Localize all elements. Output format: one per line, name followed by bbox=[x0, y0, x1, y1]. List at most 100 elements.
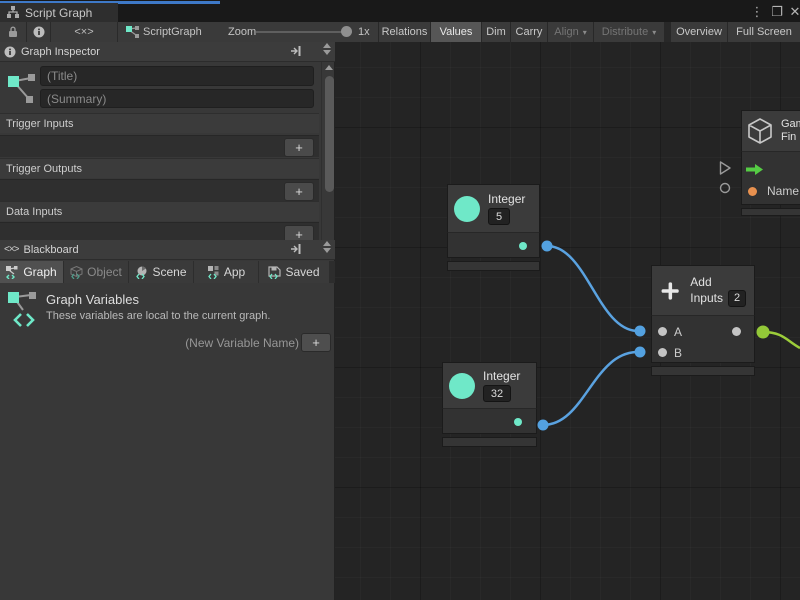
fullscreen-button[interactable]: Full Screen bbox=[728, 22, 800, 42]
zoom-slider-knob[interactable] bbox=[341, 26, 352, 37]
title-bar: Script Graph ⋮ ❐ ✕ bbox=[0, 0, 800, 22]
input-port-a[interactable] bbox=[658, 327, 667, 336]
carry-button[interactable]: Carry bbox=[511, 22, 547, 42]
close-icon: ✕ bbox=[790, 4, 800, 20]
trigger-inputs-list: + bbox=[0, 135, 319, 157]
distribute-dropdown[interactable]: Distribute▾ bbox=[594, 22, 664, 42]
graph-toolbar: <×> ScriptGraph Zoom 1x Relations Values… bbox=[0, 22, 800, 42]
relations-button[interactable]: Relations bbox=[379, 22, 430, 42]
wire-endpoint bbox=[538, 420, 549, 431]
input-port-b[interactable] bbox=[658, 348, 667, 357]
maximize-button[interactable]: ❐ bbox=[768, 3, 786, 21]
dim-button[interactable]: Dim bbox=[482, 22, 510, 42]
info-icon bbox=[33, 26, 45, 38]
output-port[interactable] bbox=[519, 242, 527, 250]
graph-variables-icon bbox=[7, 290, 39, 330]
node-gameobject-find[interactable]: Gam Fin Name bbox=[741, 110, 800, 216]
header-scroll-arrows[interactable] bbox=[321, 241, 333, 253]
data-inputs-label: Data Inputs bbox=[0, 201, 319, 221]
maximize-icon: ❐ bbox=[771, 4, 783, 20]
inputs-count-input[interactable]: 2 bbox=[728, 290, 746, 307]
tab-saved[interactable]: Saved bbox=[259, 261, 329, 283]
overview-button[interactable]: Overview bbox=[671, 22, 727, 42]
output-port[interactable] bbox=[732, 327, 741, 336]
trigger-outputs-label: Trigger Outputs bbox=[0, 158, 319, 178]
floppy-icon bbox=[268, 266, 281, 279]
popout-icon[interactable] bbox=[289, 243, 302, 255]
blackboard-icon: <×> bbox=[4, 244, 19, 255]
wire-integer32-to-b bbox=[543, 352, 638, 425]
close-button[interactable]: ✕ bbox=[786, 3, 800, 21]
app-icon bbox=[207, 266, 220, 279]
lock-icon bbox=[8, 26, 18, 38]
popout-icon[interactable] bbox=[289, 45, 302, 57]
add-trigger-input-button[interactable]: + bbox=[284, 138, 314, 157]
flow-input-port[interactable] bbox=[746, 164, 763, 175]
integer-value-input[interactable]: 32 bbox=[483, 385, 511, 402]
new-variable-row: (New Variable Name) + bbox=[0, 332, 335, 354]
zoom-slider-track[interactable] bbox=[256, 31, 352, 33]
add-trigger-output-button[interactable]: + bbox=[284, 182, 314, 201]
graph-inspector-header[interactable]: Graph Inspector bbox=[0, 42, 335, 62]
unconnected-flow-port-icon bbox=[721, 162, 731, 174]
lock-button[interactable] bbox=[0, 22, 26, 42]
inspector-scrollbar[interactable] bbox=[321, 62, 335, 260]
align-dropdown[interactable]: Align▾ bbox=[548, 22, 593, 42]
output-port[interactable] bbox=[514, 418, 522, 426]
zoom-value: 1x bbox=[358, 26, 370, 38]
values-button[interactable]: Values bbox=[431, 22, 481, 42]
new-variable-input[interactable]: (New Variable Name) bbox=[185, 336, 299, 350]
script-graph-icon bbox=[124, 22, 140, 42]
inspector-title: Graph Inspector bbox=[21, 46, 100, 58]
wire-endpoint bbox=[635, 326, 646, 337]
tab-object[interactable]: Object bbox=[64, 261, 128, 283]
name-input-port[interactable] bbox=[748, 187, 757, 196]
cube-icon bbox=[747, 117, 773, 145]
blackboard-tab-bar: Graph Object Scene bbox=[0, 261, 335, 283]
trigger-outputs-list: + bbox=[0, 179, 319, 201]
tab-app[interactable]: App bbox=[194, 261, 258, 283]
graph-summary-input[interactable]: (Summary) bbox=[40, 89, 314, 108]
cube-icon bbox=[70, 266, 83, 279]
integer-type-icon bbox=[454, 196, 480, 222]
node-integer-5[interactable]: Integer 5 bbox=[447, 184, 540, 271]
graph-preview-icon bbox=[7, 70, 37, 110]
wire-add-output bbox=[763, 332, 800, 348]
blackboard-header[interactable]: <×> Blackboard bbox=[0, 240, 335, 260]
tab-script-graph[interactable]: Script Graph bbox=[0, 3, 118, 22]
chevron-down-icon: ▾ bbox=[583, 28, 587, 37]
code-icon: <×> bbox=[74, 26, 93, 38]
inputs-label: Inputs bbox=[690, 291, 723, 305]
tab-graph[interactable]: Graph bbox=[0, 261, 63, 283]
graph-variables-description: These variables are local to the current… bbox=[46, 310, 270, 322]
integer-type-icon bbox=[449, 373, 475, 399]
script-graph-window: Script Graph ⋮ ❐ ✕ <×> bbox=[0, 0, 800, 600]
add-variable-button[interactable]: + bbox=[301, 333, 331, 352]
integer-value-input[interactable]: 5 bbox=[488, 208, 510, 225]
wire-endpoint bbox=[757, 326, 770, 339]
blackboard-title: Blackboard bbox=[24, 244, 79, 256]
window-menu-button[interactable]: ⋮ bbox=[748, 3, 766, 21]
scene-icon bbox=[135, 266, 148, 279]
tab-title: Script Graph bbox=[25, 6, 92, 20]
add-icon bbox=[660, 278, 680, 304]
node-add[interactable]: Add Inputs 2 A B bbox=[651, 265, 755, 376]
code-view-button[interactable]: <×> bbox=[51, 22, 117, 42]
node-integer-32[interactable]: Integer 32 bbox=[442, 362, 537, 447]
graph-variables-title: Graph Variables bbox=[46, 292, 139, 307]
side-panel: Graph Inspector (Title) (Summary) Trigge… bbox=[0, 42, 335, 600]
info-icon bbox=[4, 46, 16, 58]
wire-integer5-to-a bbox=[547, 246, 638, 331]
unconnected-data-port-icon bbox=[721, 184, 730, 193]
tab-scene[interactable]: Scene bbox=[129, 261, 193, 283]
wire-endpoint bbox=[542, 241, 553, 252]
wire-endpoint bbox=[635, 347, 646, 358]
header-scroll-arrows[interactable] bbox=[321, 43, 333, 55]
chevron-down-icon: ▾ bbox=[652, 28, 656, 37]
graph-canvas[interactable]: Integer 5 Integer 32 bbox=[335, 42, 800, 600]
graph-tab-icon bbox=[6, 266, 19, 279]
info-button[interactable] bbox=[27, 22, 50, 42]
graph-title-input[interactable]: (Title) bbox=[40, 66, 314, 86]
scrollbar-thumb[interactable] bbox=[325, 76, 334, 192]
scroll-up-icon[interactable] bbox=[325, 65, 333, 70]
